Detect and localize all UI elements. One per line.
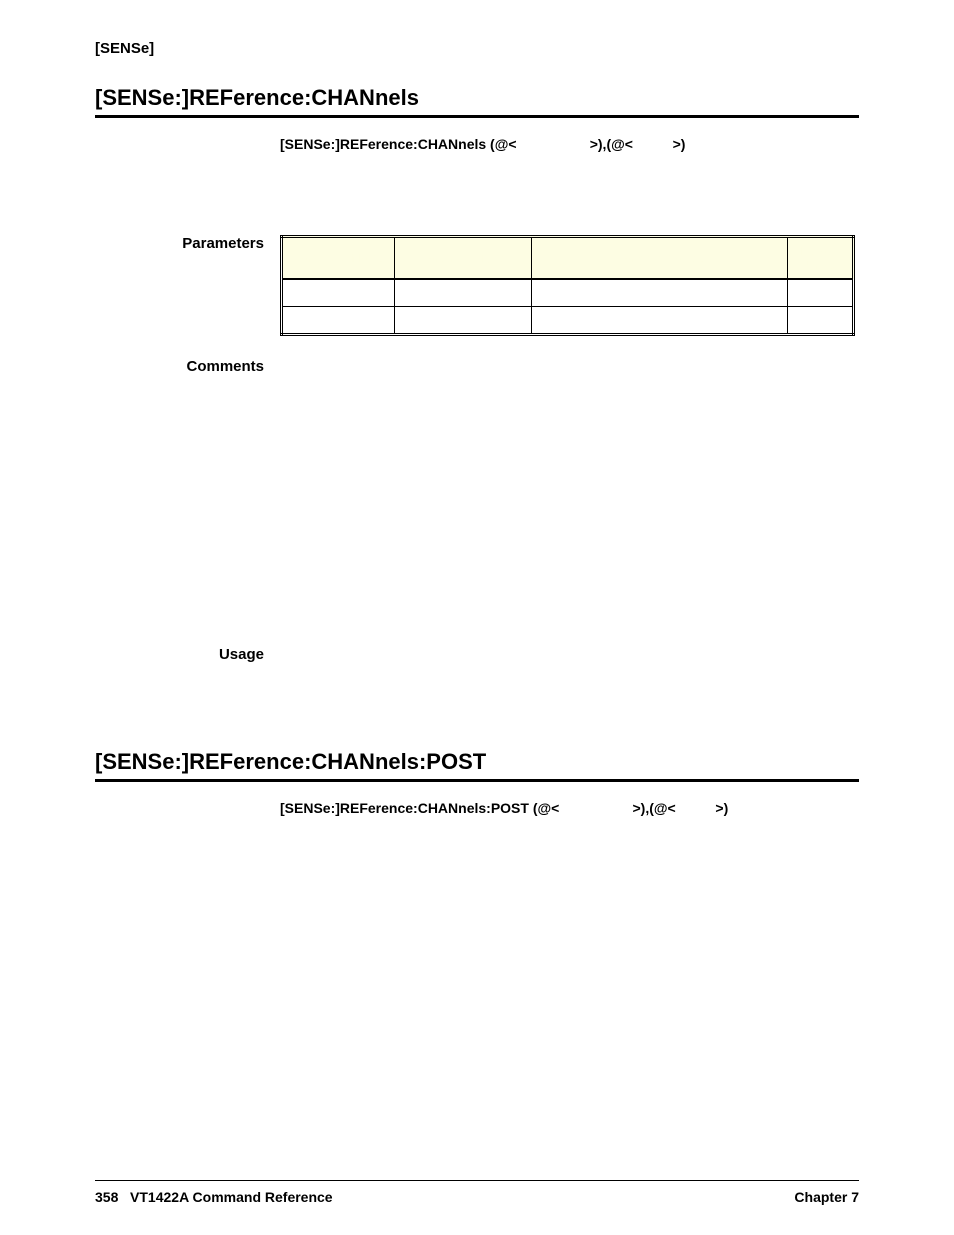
section1-rule (95, 115, 859, 118)
comment-s2: Step 2. Execute [SENSe:]REFerence:CHANne… (280, 491, 859, 510)
syntax2-sep1: >),(@< (633, 800, 676, 816)
syntax1-arg2: ch_list (633, 136, 673, 152)
running-header: [SENSe] (95, 40, 859, 57)
usage-label: Usage (219, 646, 264, 663)
th-name: Parameter Name (282, 236, 395, 279)
cell: ch_list (282, 306, 395, 334)
syntax2-arg1: ref_channel (559, 800, 632, 816)
syntax1-sep1: >),(@< (590, 136, 633, 152)
cell: none (787, 306, 853, 334)
section2-desc2: Refer to [SENSe:]REFerence:CHANnels for … (280, 924, 859, 943)
table-header-row: Parameter Name Parameter Type Range of V… (282, 236, 854, 279)
cell: none (787, 279, 853, 307)
syntax2-arg2: ch_list (676, 800, 716, 816)
th-type: Parameter Type (394, 236, 531, 279)
table-row: ref_channel channel list (string) 100 - … (282, 279, 854, 307)
parameters-label: Parameters (182, 235, 264, 252)
cell: 100 - 163 (531, 279, 787, 307)
page-number: 358 (95, 1189, 118, 1205)
footer-rule (95, 1180, 859, 1181)
comments-label: Comments (186, 358, 264, 375)
syntax1-bold: [SENSe:]REFerence:CHANnels (@< (280, 136, 517, 152)
comment-p1: When the channel specified by <ref_chann… (280, 358, 859, 415)
section2-rule (95, 779, 859, 782)
th-units: Default Units (787, 236, 853, 279)
usage-body: SENS:REF:CHAN (@108),(@100:107) After ch… (280, 646, 859, 707)
usage-line1: SENS:REF:CHAN (@108),(@100:107) (280, 646, 859, 665)
syntax2-sep2: >) (715, 800, 728, 816)
syntax1-sep2: >) (673, 136, 686, 152)
footer-left: 358 VT1422A Command Reference (95, 1189, 333, 1205)
footer-right: Chapter 7 (794, 1189, 859, 1205)
comment-p4: Related commands: [SENSe:]REFerence, [SE… (280, 605, 859, 624)
cell: ref_channel (282, 279, 395, 307)
table-row: ch_list channel list (string) 100 - 163 … (282, 306, 854, 334)
parameters-table: Parameter Name Parameter Type Range of V… (280, 235, 855, 336)
section1-title: [SENSe:]REFerence:CHANnels (95, 85, 859, 111)
comment-s1: Step 1. Execute [SENSe:]REFerence comman… (280, 472, 859, 491)
comments-body: When the channel specified by <ref_chann… (280, 358, 859, 625)
page-footer: 358 VT1422A Command Reference Chapter 7 (95, 1180, 859, 1205)
comment-p2: Because of the way this command interact… (280, 424, 859, 462)
comment-p3: PLACEHOLDER PLACEHOLDER PLACEHOLDER PLAC… (280, 520, 859, 596)
usage-line2: After channel 108 is measured, the resul… (280, 669, 859, 707)
syntax2-bold: [SENSe:]REFerence:CHANnels:POST (@< (280, 800, 559, 816)
section2-syntax: [SENSe:]REFerence:CHANnels:POST (@<ref_c… (280, 800, 859, 816)
section2-desc: configures one channel to make a single … (280, 820, 859, 914)
section2-desc3: PLACEHOLDER PLACEHOLDER PLACEHOLDER PLAC… (280, 953, 859, 1029)
cell: 100 - 163 (531, 306, 787, 334)
doc-title: VT1422A Command Reference (130, 1189, 333, 1205)
section1-desc: configures one channel to make a single … (280, 156, 859, 213)
section1-syntax: [SENSe:]REFerence:CHANnels (@<ref_channe… (280, 136, 859, 152)
syntax1-arg1: ref_channel (517, 136, 590, 152)
th-range: Range of Values (531, 236, 787, 279)
cell: channel list (string) (394, 279, 531, 307)
section2-title: [SENSe:]REFerence:CHANnels:POST (95, 749, 859, 775)
cell: channel list (string) (394, 306, 531, 334)
